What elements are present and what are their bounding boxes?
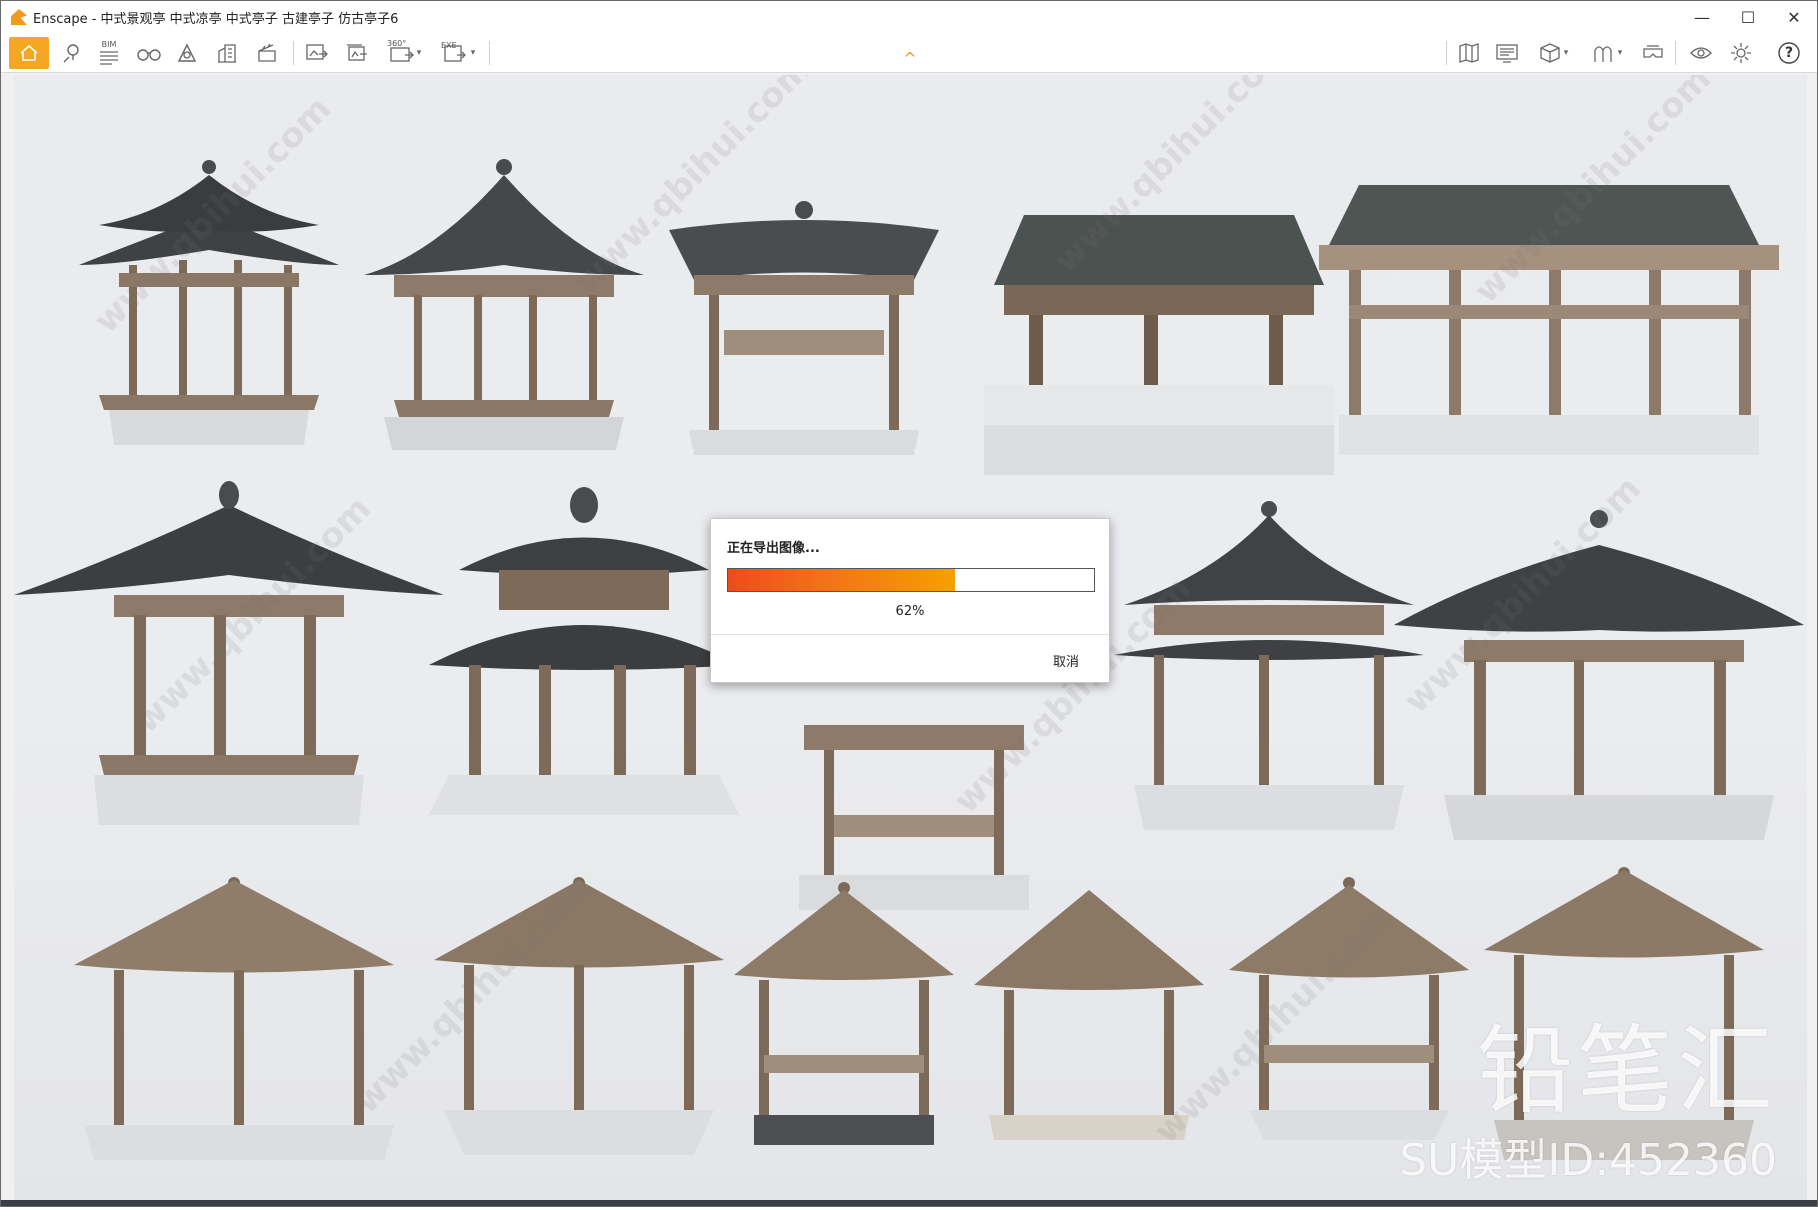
square-pavilion-1	[669, 201, 939, 455]
vr-headset-button[interactable]	[1637, 37, 1669, 69]
brand-watermark: 铅笔汇	[1477, 1015, 1777, 1127]
cube-button[interactable]: ▾	[1529, 37, 1577, 69]
minimize-button[interactable]: —	[1679, 1, 1725, 33]
monitor-icon	[1496, 44, 1518, 63]
square-pavilion-3	[1394, 510, 1804, 840]
location-pin-icon	[63, 44, 79, 63]
help-label: ?	[1784, 45, 1794, 61]
dialog-divider	[711, 634, 1109, 635]
binoculars-button[interactable]	[133, 37, 165, 69]
progress-fill	[728, 569, 955, 591]
bim-button[interactable]: BIM	[93, 37, 125, 69]
octagonal-pavilion-1	[14, 481, 444, 825]
enscape-logo-icon	[11, 9, 27, 25]
map-icon	[1459, 43, 1479, 63]
wooden-pavilion-5	[1229, 877, 1469, 1140]
buildings-button[interactable]	[211, 37, 243, 69]
window-controls: — ☐ ✕	[1679, 1, 1817, 33]
map-button[interactable]	[1453, 37, 1485, 69]
chevron-down-icon[interactable]: ▾	[1618, 48, 1623, 58]
home-icon	[20, 44, 38, 61]
progress-bar	[727, 568, 1095, 592]
panorama-360-label: 360°	[387, 39, 407, 48]
exe-export-button[interactable]: EXE ▾	[435, 37, 483, 69]
progress-percent: 62%	[895, 604, 925, 619]
window-title: Enscape - 中式景观亭 中式凉亭 中式亭子 古建亭子 仿古亭子6	[33, 11, 399, 27]
toolbar-separator	[1446, 41, 1447, 65]
rectangular-pavilion-2	[1319, 185, 1779, 455]
eye-button[interactable]	[1685, 37, 1717, 69]
vr-headset-icon	[1643, 45, 1663, 58]
sun-button[interactable]	[171, 37, 203, 69]
monitor-button[interactable]	[1491, 37, 1523, 69]
eye-icon	[1690, 47, 1712, 59]
toolbar-separator	[293, 41, 294, 65]
hexagonal-pavilion-2	[364, 159, 644, 450]
asset-library-button[interactable]: ▾	[1583, 37, 1631, 69]
export-progress-dialog: 正在导出图像... 62% 取消	[710, 518, 1110, 683]
settings-button[interactable]	[1725, 37, 1757, 69]
asset-library-icon	[1594, 46, 1612, 62]
bim-label: BIM	[101, 40, 117, 49]
clapper-button[interactable]	[251, 37, 283, 69]
window-bottom-edge	[1, 1200, 1817, 1206]
enscape-window: Enscape - 中式景观亭 中式凉亭 中式亭子 古建亭子 仿古亭子6 — ☐…	[0, 0, 1818, 1207]
wooden-pavilion-1	[74, 877, 394, 1160]
chevron-down-icon[interactable]: ▾	[1564, 48, 1569, 58]
sun-icon	[177, 43, 197, 62]
bim-icon	[100, 51, 118, 65]
batch-export-button[interactable]	[341, 37, 373, 69]
rectangular-pavilion-1	[984, 215, 1334, 475]
model-id-watermark: SU模型ID:452360	[1399, 1135, 1777, 1186]
gear-icon	[1731, 43, 1751, 63]
location-pin-button[interactable]	[55, 37, 87, 69]
screenshot-export-button[interactable]	[301, 37, 333, 69]
wooden-pavilion-4	[974, 890, 1204, 1140]
buildings-icon	[218, 44, 236, 63]
toolbar-separator	[489, 41, 490, 65]
dialog-title: 正在导出图像...	[727, 541, 820, 556]
cancel-button[interactable]: 取消	[1053, 651, 1079, 670]
home-button[interactable]	[9, 37, 49, 69]
round-pavilion-1	[429, 487, 739, 815]
double-eave-pavilion	[1114, 501, 1424, 830]
clapper-icon	[258, 43, 276, 62]
chevron-down-icon[interactable]: ▾	[471, 48, 476, 58]
screenshot-export-icon	[306, 44, 328, 60]
help-button[interactable]: ?	[1773, 37, 1805, 69]
chevron-down-icon[interactable]: ▾	[417, 48, 422, 58]
binoculars-icon	[137, 49, 161, 61]
maximize-button[interactable]: ☐	[1725, 1, 1771, 33]
close-button[interactable]: ✕	[1771, 1, 1817, 33]
exe-export-label: EXE	[441, 41, 457, 50]
hexagonal-pavilion-1	[79, 160, 339, 445]
collapse-toolbar-arrow[interactable]: ^	[901, 51, 919, 67]
toolbar-separator	[1675, 41, 1676, 65]
wooden-pavilion-3	[734, 882, 954, 1145]
batch-export-icon	[347, 44, 367, 61]
panorama-360-button[interactable]: 360° ▾	[381, 37, 429, 69]
title-bar: Enscape - 中式景观亭 中式凉亭 中式亭子 古建亭子 仿古亭子6 — ☐…	[1, 1, 1817, 33]
cube-icon	[1540, 43, 1560, 63]
wooden-pavilion-2	[434, 877, 724, 1155]
